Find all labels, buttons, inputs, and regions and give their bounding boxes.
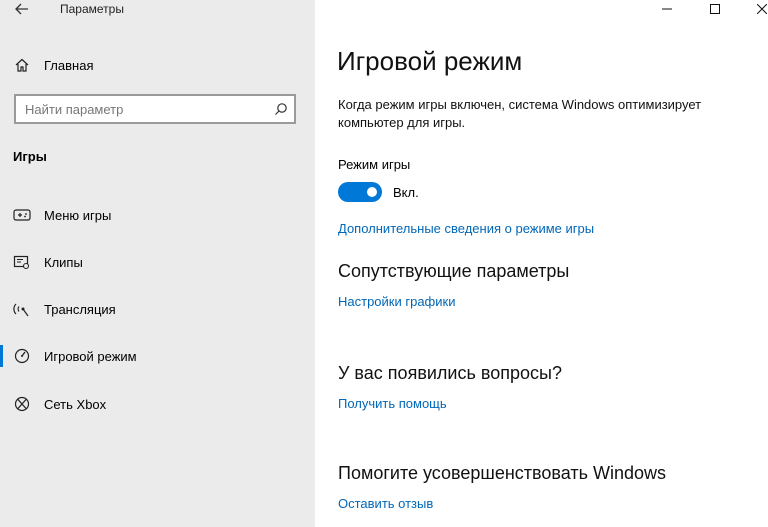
sidebar-home-label: Главная <box>44 57 94 73</box>
sidebar-item-label: Трансляция <box>44 302 116 317</box>
close-button[interactable] <box>747 0 768 18</box>
broadcast-icon <box>13 303 29 317</box>
minimize-icon <box>662 8 672 10</box>
sidebar-item-xbox-network[interactable]: Сеть Xbox <box>0 391 315 417</box>
sidebar-item-clips[interactable]: Клипы <box>0 249 315 275</box>
xbox-icon <box>14 396 30 412</box>
search-input[interactable]: Найти параметр <box>14 94 296 124</box>
graphics-settings-link[interactable]: Настройки графики <box>338 294 455 309</box>
improve-windows-heading: Помогите усовершенствовать Windows <box>338 463 667 483</box>
sidebar-item-broadcast[interactable]: Трансляция <box>0 296 315 322</box>
maximize-button[interactable] <box>700 0 730 18</box>
game-mode-toggle-label: Режим игры <box>338 157 411 172</box>
sidebar-item-label: Меню игры <box>44 208 112 223</box>
sidebar-item-label: Игровой режим <box>44 349 137 364</box>
toggle-knob <box>367 187 377 197</box>
app-title: Параметры <box>60 2 124 16</box>
game-bar-icon <box>13 209 31 221</box>
sidebar: Параметры Главная Найти параметр Игры Ме… <box>0 0 315 527</box>
more-info-link[interactable]: Дополнительные сведения о режиме игры <box>338 221 594 236</box>
sidebar-item-label: Клипы <box>44 255 83 270</box>
minimize-button[interactable] <box>652 0 682 18</box>
related-settings-heading: Сопутствующие параметры <box>338 261 570 281</box>
search-placeholder: Найти параметр <box>25 101 124 117</box>
sidebar-item-label: Сеть Xbox <box>44 397 107 412</box>
clips-icon <box>13 255 30 270</box>
page-title: Игровой режим <box>337 46 523 76</box>
get-help-link[interactable]: Получить помощь <box>338 396 447 411</box>
game-mode-icon <box>14 348 30 364</box>
sidebar-item-game-mode[interactable]: Игровой режим <box>0 343 315 369</box>
back-arrow-icon <box>15 3 28 15</box>
close-icon <box>757 4 767 14</box>
search-icon[interactable] <box>268 102 294 116</box>
main-panel: Игровой режим Когда режим игры включен, … <box>315 0 768 527</box>
home-icon <box>15 58 29 72</box>
toggle-state-text: Вкл. <box>393 185 419 200</box>
page-description: Когда режим игры включен, система Window… <box>338 97 702 130</box>
questions-heading: У вас появились вопросы? <box>338 363 562 383</box>
maximize-icon <box>710 4 720 14</box>
sidebar-item-game-bar[interactable]: Меню игры <box>0 202 315 228</box>
back-button[interactable] <box>8 0 36 18</box>
sidebar-section-title: Игры <box>13 149 47 164</box>
sidebar-item-home[interactable]: Главная <box>14 54 93 76</box>
give-feedback-link[interactable]: Оставить отзыв <box>338 496 433 511</box>
game-mode-toggle[interactable] <box>338 182 382 202</box>
